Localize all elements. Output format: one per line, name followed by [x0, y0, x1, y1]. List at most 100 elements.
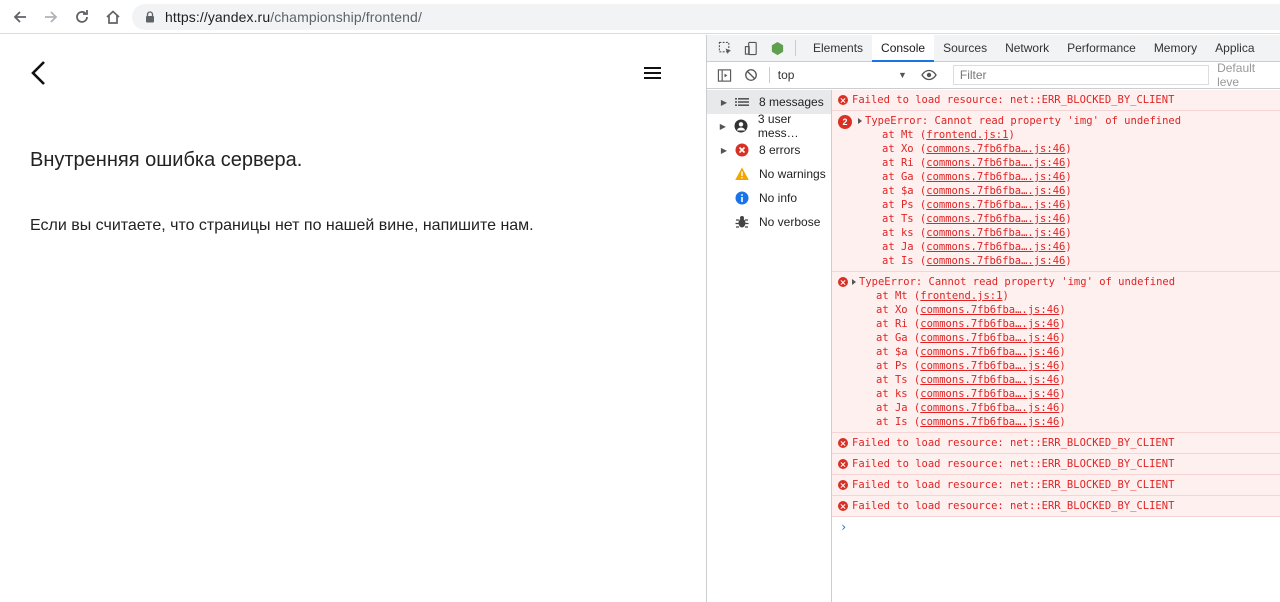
stack-function: at Mt	[882, 129, 914, 141]
sidebar-item-label: No info	[759, 191, 798, 205]
stack-frame: at Ja (commons.7fb6fba….js:46)	[876, 402, 1066, 414]
tab-console[interactable]: Console	[872, 34, 935, 62]
stack-function: at Ga	[876, 332, 908, 344]
sidebar-item-user-messages[interactable]: ▶ 3 user mess…	[707, 112, 831, 140]
source-link[interactable]: commons.7fb6fba….js:46	[926, 227, 1065, 239]
forward-button[interactable]	[40, 6, 62, 28]
stack-function: at Is	[882, 255, 914, 267]
source-link[interactable]: frontend.js:1	[926, 129, 1008, 141]
stack-frame: at Ga (commons.7fb6fba….js:46)	[876, 332, 1066, 344]
source-link[interactable]: commons.7fb6fba….js:46	[920, 388, 1059, 400]
live-expression-button[interactable]	[921, 67, 937, 83]
block-icon	[744, 69, 757, 81]
source-link[interactable]: commons.7fb6fba….js:46	[926, 199, 1065, 211]
source-link[interactable]: commons.7fb6fba….js:46	[926, 213, 1065, 225]
stack-trace: at Mt (frontend.js:1) at Xo (commons.7fb6…	[852, 289, 1175, 429]
sidebar-item-label: No verbose	[759, 215, 821, 229]
browser-toolbar: https://yandex.ru/championship/frontend/	[0, 0, 1280, 34]
expand-triangle-icon[interactable]	[858, 118, 862, 124]
stack-frame: at Ga (commons.7fb6fba….js:46)	[882, 171, 1072, 183]
console-prompt[interactable]: ›	[832, 517, 1280, 537]
sidebar-item-label: 8 messages	[759, 95, 824, 109]
source-link[interactable]: commons.7fb6fba….js:46	[926, 255, 1065, 267]
extension-button[interactable]	[769, 40, 785, 56]
sidebar-item-warnings[interactable]: No warnings	[707, 162, 831, 186]
stack-frame: at Xo (commons.7fb6fba….js:46)	[882, 143, 1072, 155]
repeat-count-badge: 2	[838, 115, 852, 129]
stack-frame: at Ri (commons.7fb6fba….js:46)	[882, 157, 1072, 169]
source-link[interactable]: commons.7fb6fba….js:46	[920, 346, 1059, 358]
menu-icon[interactable]	[644, 66, 661, 80]
hexagon-icon	[771, 41, 783, 55]
stack-frame: at Ja (commons.7fb6fba….js:46)	[882, 241, 1072, 253]
source-link[interactable]: commons.7fb6fba….js:46	[926, 185, 1065, 197]
devtools-panel: Elements Console Sources Network Perform…	[706, 34, 1280, 602]
source-link[interactable]: commons.7fb6fba….js:46	[920, 332, 1059, 344]
dropdown-arrow-icon: ▼	[897, 70, 907, 80]
home-button[interactable]	[102, 6, 124, 28]
tab-application[interactable]: Applica	[1206, 35, 1263, 62]
console-error-message[interactable]: Failed to load resource: net::ERR_BLOCKE…	[832, 475, 1280, 496]
stack-function: at Ja	[876, 402, 908, 414]
source-link[interactable]: commons.7fb6fba….js:46	[920, 416, 1059, 428]
console-error-group[interactable]: 2 TypeError: Cannot read property 'img' …	[832, 111, 1280, 272]
stack-function: at Ts	[882, 213, 914, 225]
sidebar-item-verbose[interactable]: No verbose	[707, 210, 831, 234]
info-icon	[735, 191, 749, 205]
stack-frame: at Ps (commons.7fb6fba….js:46)	[882, 199, 1072, 211]
stack-function: at Ri	[876, 318, 908, 330]
error-title: Внутренняя ошибка сервера.	[30, 149, 303, 171]
console-sidebar: ▶ 8 messages ▶ 3 user mess… ▶ 8 errors N…	[707, 90, 832, 602]
tab-elements[interactable]: Elements	[804, 35, 872, 62]
tab-performance[interactable]: Performance	[1058, 35, 1145, 62]
reload-icon	[76, 9, 88, 23]
source-link[interactable]: commons.7fb6fba….js:46	[920, 318, 1059, 330]
console-error-message[interactable]: Failed to load resource: net::ERR_BLOCKE…	[832, 90, 1280, 111]
sidebar-item-label: No warnings	[759, 167, 826, 181]
page-back-arrow-icon[interactable]	[28, 59, 50, 87]
bug-icon	[735, 215, 749, 229]
stack-frame: at ks (commons.7fb6fba….js:46)	[876, 388, 1066, 400]
source-link[interactable]: commons.7fb6fba….js:46	[920, 360, 1059, 372]
console-error-message[interactable]: Failed to load resource: net::ERR_BLOCKE…	[832, 433, 1280, 454]
source-link[interactable]: commons.7fb6fba….js:46	[926, 241, 1065, 253]
expand-triangle-icon[interactable]	[852, 279, 856, 285]
arrow-right-icon	[45, 10, 58, 23]
stack-frame: at Ts (commons.7fb6fba….js:46)	[876, 374, 1066, 386]
stack-function: at Mt	[876, 290, 908, 302]
log-levels-dropdown[interactable]: Default leve	[1217, 61, 1280, 89]
source-link[interactable]: commons.7fb6fba….js:46	[926, 143, 1065, 155]
stack-frame: at Is (commons.7fb6fba….js:46)	[876, 416, 1066, 428]
tab-memory[interactable]: Memory	[1145, 35, 1206, 62]
source-link[interactable]: commons.7fb6fba….js:46	[926, 157, 1065, 169]
source-link[interactable]: commons.7fb6fba….js:46	[920, 374, 1059, 386]
inspect-icon	[718, 41, 731, 54]
context-selector[interactable]: top ▼	[778, 68, 907, 82]
inspect-element-button[interactable]	[717, 40, 733, 56]
console-error-group[interactable]: TypeError: Cannot read property 'img' of…	[832, 272, 1280, 433]
device-toolbar-button[interactable]	[743, 40, 759, 56]
expand-arrow-icon: ▶	[720, 145, 727, 155]
sidebar-item-info[interactable]: No info	[707, 186, 831, 210]
source-link[interactable]: commons.7fb6fba….js:46	[926, 171, 1065, 183]
stack-frame: at $a (commons.7fb6fba….js:46)	[876, 346, 1066, 358]
filter-input[interactable]: Filter	[952, 65, 1210, 85]
source-link[interactable]: frontend.js:1	[920, 290, 1002, 302]
console-error-message[interactable]: Failed to load resource: net::ERR_BLOCKE…	[832, 454, 1280, 475]
toggle-sidebar-button[interactable]	[717, 67, 733, 83]
clear-console-button[interactable]	[743, 67, 759, 83]
stack-trace: at Mt (frontend.js:1) at Xo (commons.7fb6…	[858, 128, 1181, 268]
sidebar-item-messages[interactable]: ▶ 8 messages	[707, 90, 831, 114]
context-value: top	[777, 68, 795, 82]
back-button[interactable]	[9, 6, 31, 28]
toolbar-divider	[768, 67, 770, 83]
source-link[interactable]: commons.7fb6fba….js:46	[920, 402, 1059, 414]
sidebar-item-errors[interactable]: ▶ 8 errors	[707, 138, 831, 162]
reload-button[interactable]	[71, 6, 93, 28]
address-bar[interactable]: https://yandex.ru/championship/frontend/	[132, 4, 1280, 30]
stack-frame: at Xo (commons.7fb6fba….js:46)	[876, 304, 1066, 316]
console-error-message[interactable]: Failed to load resource: net::ERR_BLOCKE…	[832, 496, 1280, 517]
source-link[interactable]: commons.7fb6fba….js:46	[920, 304, 1059, 316]
tab-network[interactable]: Network	[996, 35, 1058, 62]
tab-sources[interactable]: Sources	[934, 35, 996, 62]
